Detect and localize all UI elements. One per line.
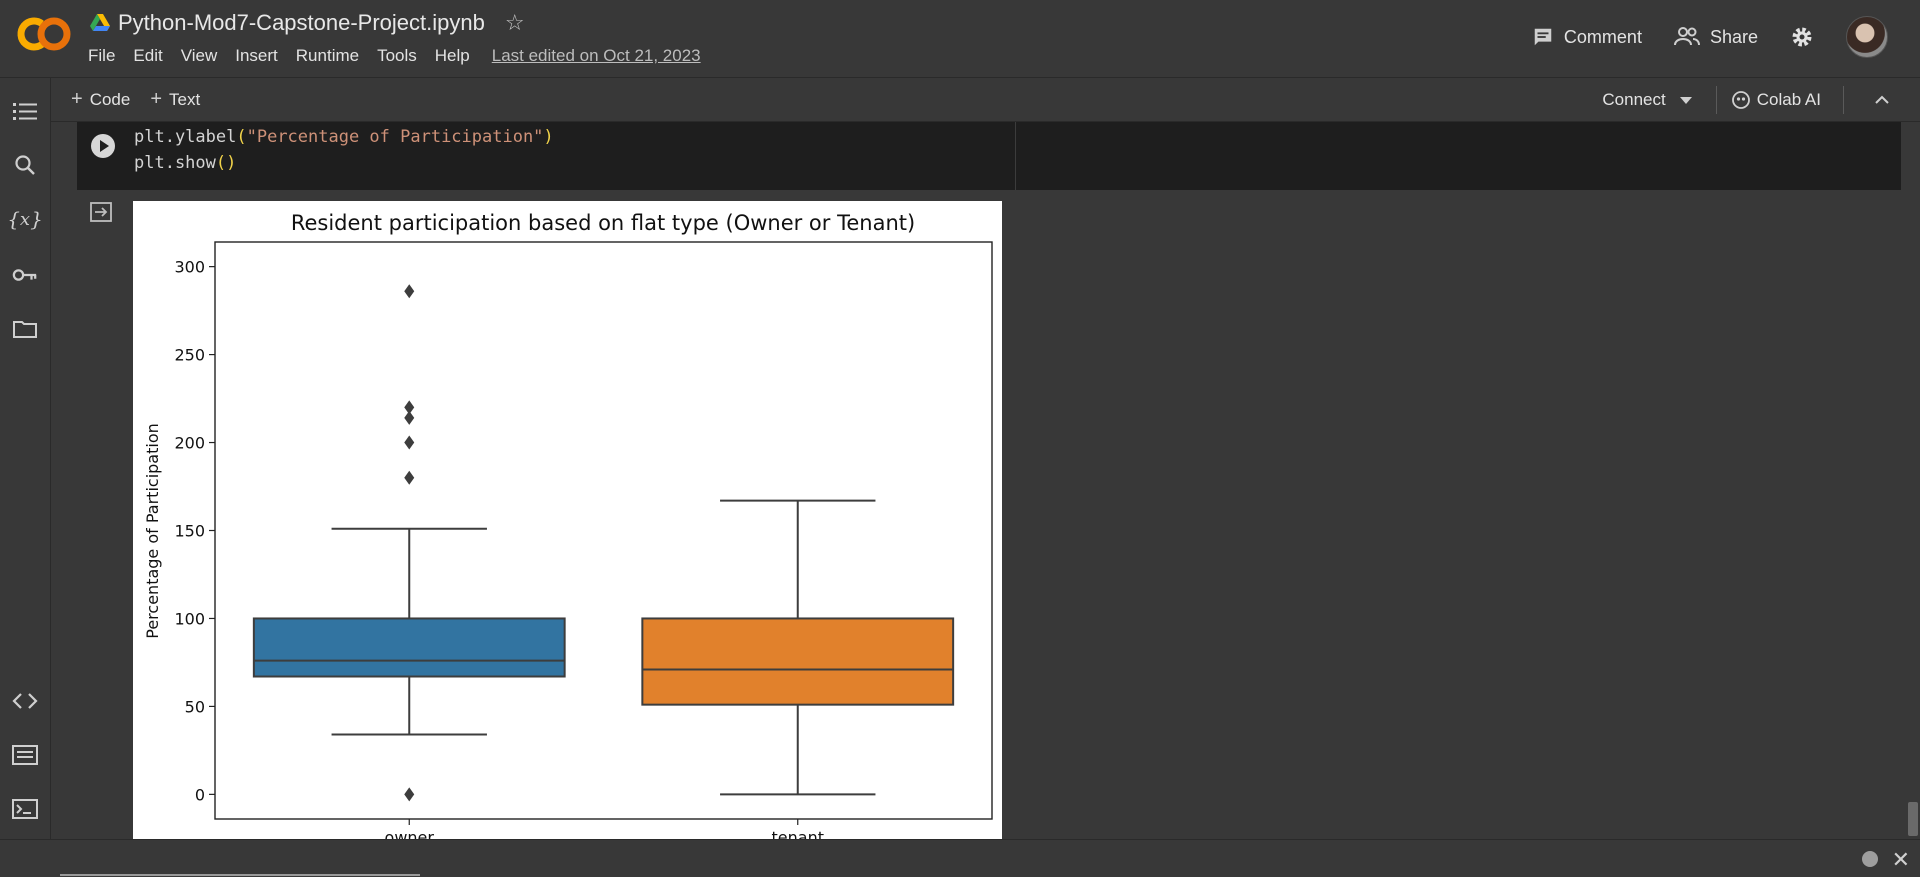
y-tick-label: 250	[174, 346, 205, 365]
x-tick-label: tenant	[772, 828, 824, 839]
runtime-status-indicator[interactable]	[1862, 851, 1878, 867]
code-line[interactable]: plt.show()	[134, 153, 236, 173]
notebook-main: plt.ylabel("Percentage of Participation"…	[51, 122, 1920, 839]
x-tick-label: owner	[385, 828, 435, 839]
google-drive-icon	[90, 14, 110, 31]
menu-view[interactable]: View	[181, 46, 218, 66]
code-cell[interactable]: plt.ylabel("Percentage of Participation"…	[77, 122, 1901, 190]
y-tick-label: 150	[174, 522, 205, 541]
toolbar-divider	[1715, 86, 1717, 114]
add-code-button[interactable]: + Code	[71, 88, 130, 111]
y-tick-label: 300	[174, 258, 205, 277]
y-tick-label: 200	[174, 434, 205, 453]
settings-button[interactable]	[1790, 25, 1824, 49]
code-line[interactable]: plt.ylabel("Percentage of Participation"…	[134, 127, 554, 147]
close-icon[interactable]: ✕	[1892, 847, 1910, 873]
menu-help[interactable]: Help	[435, 46, 470, 66]
last-edited-link[interactable]: Last edited on Oct 21, 2023	[492, 46, 701, 66]
plot-frame	[214, 241, 993, 820]
variables-icon[interactable]: {x}	[7, 206, 43, 232]
code-token: )	[543, 127, 554, 147]
add-text-button[interactable]: + Text	[150, 88, 200, 111]
code-string: "Percentage of Participation"	[246, 127, 544, 147]
menu-insert[interactable]: Insert	[235, 46, 278, 66]
y-tick-label: 50	[185, 697, 205, 716]
share-button[interactable]: Share	[1673, 26, 1758, 48]
code-snippets-icon[interactable]	[12, 688, 38, 714]
command-palette-icon[interactable]	[12, 742, 38, 768]
plus-icon: +	[71, 88, 83, 110]
caret-down-icon[interactable]	[1679, 96, 1692, 104]
add-text-label: Text	[169, 89, 201, 109]
plus-icon: +	[150, 88, 163, 110]
run-cell-button[interactable]	[91, 134, 115, 158]
box-owner	[252, 617, 566, 678]
y-tick-label: 0	[195, 785, 205, 804]
code-token: plt.show	[134, 153, 216, 173]
folder-icon[interactable]	[12, 316, 38, 342]
menu-edit[interactable]: Edit	[133, 46, 162, 66]
chevron-up-icon[interactable]	[1874, 92, 1890, 108]
menu-runtime[interactable]: Runtime	[296, 46, 359, 66]
people-icon	[1673, 27, 1700, 46]
toolbar-divider	[1843, 86, 1844, 114]
search-icon[interactable]	[12, 152, 38, 178]
terminal-icon[interactable]	[12, 796, 38, 822]
outlier-point	[404, 284, 415, 299]
boxplot-chart: Resident participation based on flat typ…	[143, 211, 993, 839]
y-tick-label: 100	[174, 609, 205, 628]
menu-file[interactable]: File	[88, 46, 115, 66]
avatar[interactable]	[1846, 16, 1888, 58]
menu-tools[interactable]: Tools	[377, 46, 417, 66]
share-label: Share	[1709, 26, 1758, 47]
y-axis-label: Percentage of Participation	[143, 423, 162, 638]
box-tenant	[641, 617, 955, 706]
colab-ai-icon	[1731, 91, 1750, 109]
star-icon[interactable]: ☆	[505, 10, 525, 36]
outlier-point	[404, 470, 415, 485]
code-token: (	[236, 127, 247, 147]
code-token: ()	[215, 153, 237, 173]
menu-bar: File Edit View Insert Runtime Tools Help…	[88, 46, 701, 66]
comment-icon	[1534, 28, 1552, 46]
scrollbar-thumb[interactable]	[1908, 802, 1918, 836]
code-token: plt.ylabel	[134, 127, 237, 147]
comment-label: Comment	[1563, 26, 1642, 47]
connect-label: Connect	[1602, 90, 1666, 109]
output-actions-icon[interactable]	[89, 200, 113, 224]
colab-ai-button[interactable]: Colab AI	[1731, 90, 1821, 110]
colab-logo[interactable]	[16, 12, 72, 56]
add-code-label: Code	[89, 89, 131, 109]
left-sidebar: {x}	[0, 78, 51, 839]
key-icon[interactable]	[12, 262, 38, 288]
outlier-point	[404, 787, 415, 802]
cell-divider	[1015, 122, 1016, 190]
comment-button[interactable]: Comment	[1532, 26, 1642, 48]
outlier-point	[404, 400, 415, 415]
table-of-contents-icon[interactable]	[12, 98, 38, 124]
notebook-title[interactable]: Python-Mod7-Capstone-Project.ipynb	[118, 10, 485, 36]
connect-button[interactable]: Connect	[1602, 90, 1692, 110]
outlier-point	[404, 435, 415, 450]
chart-output: Resident participation based on flat typ…	[133, 201, 1002, 839]
colab-ai-label: Colab AI	[1756, 90, 1821, 109]
notebook-toolbar: + Code + Text Connect Colab AI	[51, 78, 1920, 122]
chart-title: Resident participation based on flat typ…	[291, 211, 915, 235]
gear-icon	[1792, 27, 1812, 47]
status-bar: ✕	[0, 839, 1920, 877]
app-header: Python-Mod7-Capstone-Project.ipynb ☆ Fil…	[0, 0, 1920, 78]
